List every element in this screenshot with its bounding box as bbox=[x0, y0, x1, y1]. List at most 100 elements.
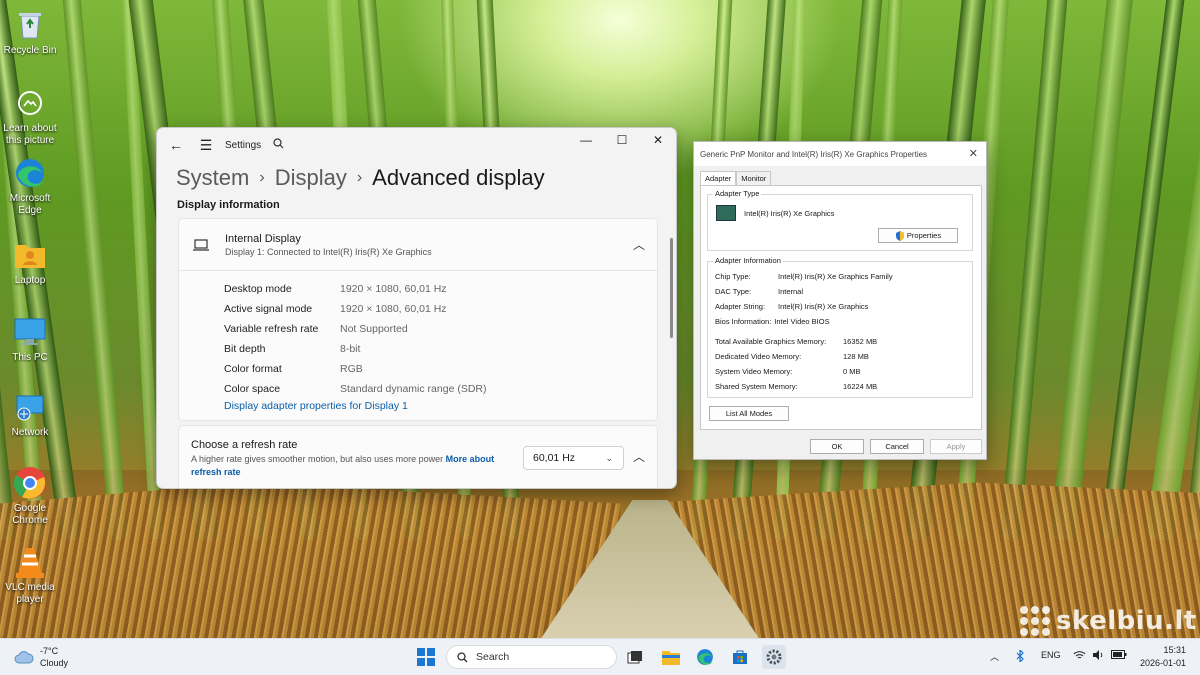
adapter-tab-panel: Adapter Type Intel(R) Iris(R) Xe Graphic… bbox=[700, 185, 982, 430]
desktop-icon-vlc[interactable]: VLC media player bbox=[2, 545, 58, 606]
adapter-type-group: Adapter Type Intel(R) Iris(R) Xe Graphic… bbox=[707, 189, 973, 251]
list-all-modes-button[interactable]: List All Modes bbox=[709, 406, 789, 421]
adapter-information-group: Adapter Information Chip Type: Intel(R) I… bbox=[707, 256, 973, 398]
adapter-type-label: Adapter Type bbox=[713, 189, 762, 198]
hamburger-menu-icon[interactable]: ☰ bbox=[191, 128, 221, 162]
chevron-right-icon: › bbox=[259, 169, 265, 186]
settings-taskbar-icon[interactable] bbox=[762, 645, 786, 669]
breadcrumb-display[interactable]: Display bbox=[275, 165, 347, 191]
chevron-down-icon: ⌄ bbox=[605, 452, 613, 463]
desktop-icon-label: This PC bbox=[12, 352, 48, 363]
gear-icon bbox=[766, 649, 782, 665]
clock[interactable]: 15:31 2026-01-01 bbox=[1140, 644, 1186, 670]
info-row-color-format: Color format RGB bbox=[224, 363, 363, 375]
search-icon[interactable] bbox=[273, 138, 284, 152]
info-row-bit-depth: Bit depth 8-bit bbox=[224, 343, 361, 355]
volume-icon[interactable] bbox=[1092, 650, 1105, 662]
bluetooth-icon[interactable] bbox=[1016, 648, 1024, 664]
info-dac-type: DAC Type: Internal bbox=[715, 287, 804, 296]
clock-time: 15:31 bbox=[1163, 645, 1186, 655]
display-card-header[interactable]: Internal Display Display 1: Connected to… bbox=[179, 219, 657, 271]
weather-temperature: -7°C bbox=[40, 646, 59, 656]
info-chip-type: Chip Type: Intel(R) Iris(R) Xe Graphics F… bbox=[715, 272, 893, 281]
search-placeholder: Search bbox=[476, 651, 510, 663]
display-title: Internal Display bbox=[225, 232, 301, 245]
watermark-text: skelbiu.lt bbox=[1056, 606, 1197, 636]
desktop-icon-learn-about-picture[interactable]: Learn about this picture bbox=[2, 86, 58, 147]
windows-logo-icon bbox=[417, 648, 435, 666]
desktop-icon-label: Laptop bbox=[14, 275, 46, 286]
refresh-rate-value: 60,01 Hz bbox=[533, 452, 576, 464]
adapter-properties-dialog: Generic PnP Monitor and Intel(R) Iris(R)… bbox=[693, 141, 987, 460]
shield-icon bbox=[895, 230, 904, 241]
info-shared-system-memory: Shared System Memory: 16224 MB bbox=[715, 382, 878, 391]
app-title: Settings bbox=[225, 139, 262, 151]
display-info-rows: Desktop mode 1920 × 1080, 60,01 Hz Active… bbox=[179, 271, 657, 412]
wifi-icon[interactable] bbox=[1073, 650, 1086, 662]
weather-description: Cloudy bbox=[40, 658, 69, 668]
scrollbar[interactable] bbox=[670, 238, 673, 338]
taskbar: -7°C Cloudy Search ︿ ENG 15:31 2026-01-0… bbox=[0, 638, 1200, 675]
language-indicator[interactable]: ENG bbox=[1041, 650, 1061, 660]
settings-titlebar: ← ☰ Settings — ☐ ✕ bbox=[157, 128, 676, 162]
info-row-desktop-mode: Desktop mode 1920 × 1080, 60,01 Hz bbox=[224, 283, 447, 295]
edge-icon bbox=[13, 156, 47, 190]
display-info-card: Internal Display Display 1: Connected to… bbox=[178, 218, 658, 421]
desktop-icon-network[interactable]: Network bbox=[2, 390, 58, 439]
dialog-title: Generic PnP Monitor and Intel(R) Iris(R)… bbox=[694, 142, 986, 166]
info-adapter-string: Adapter String: Intel(R) Iris(R) Xe Graph… bbox=[715, 302, 869, 311]
settings-window: ← ☰ Settings — ☐ ✕ System › Display › Ad… bbox=[156, 127, 677, 489]
dialog-tabs: Adapter Monitor bbox=[700, 171, 772, 186]
network-icon bbox=[13, 390, 47, 424]
desktop-icon-recycle-bin[interactable]: Recycle Bin bbox=[2, 8, 58, 57]
watermark-logo-icon bbox=[1020, 606, 1050, 636]
taskbar-search-box[interactable]: Search bbox=[446, 645, 617, 669]
task-view-icon[interactable] bbox=[624, 646, 646, 668]
tab-monitor[interactable]: Monitor bbox=[736, 171, 772, 185]
display-adapter-properties-link[interactable]: Display adapter properties for Display 1 bbox=[224, 400, 657, 412]
back-arrow-icon[interactable]: ← bbox=[161, 128, 191, 162]
laptop-icon bbox=[193, 238, 209, 251]
cancel-button[interactable]: Cancel bbox=[870, 439, 924, 454]
window-controls: — ☐ ✕ bbox=[568, 128, 676, 152]
desktop-icon-google-chrome[interactable]: Google Chrome bbox=[2, 466, 58, 527]
watermark: skelbiu.lt bbox=[1020, 606, 1197, 636]
desktop-icon-this-pc[interactable]: This PC bbox=[2, 315, 58, 364]
chevron-up-icon[interactable]: ︿ bbox=[633, 236, 645, 253]
recycle-bin-icon bbox=[13, 8, 47, 42]
cloud-icon bbox=[14, 651, 34, 664]
bamboo-stalk bbox=[61, 0, 128, 541]
ok-button[interactable]: OK bbox=[810, 439, 864, 454]
battery-icon[interactable] bbox=[1111, 650, 1127, 661]
desktop-icon-label: Google Chrome bbox=[12, 503, 48, 526]
refresh-rate-dropdown[interactable]: 60,01 Hz ⌄ bbox=[523, 446, 624, 470]
weather-widget[interactable]: -7°C Cloudy bbox=[14, 645, 68, 669]
start-button[interactable] bbox=[415, 646, 437, 668]
chevron-up-icon[interactable]: ︿ bbox=[633, 448, 645, 465]
adapter-properties-button[interactable]: Properties bbox=[878, 228, 958, 243]
tab-adapter[interactable]: Adapter bbox=[700, 171, 737, 186]
vlc-cone-icon bbox=[13, 545, 47, 579]
chevron-up-icon[interactable]: ︿ bbox=[990, 650, 999, 663]
adapter-information-label: Adapter Information bbox=[713, 256, 783, 265]
page-title: Advanced display bbox=[372, 165, 545, 190]
minimize-icon[interactable]: — bbox=[568, 128, 604, 152]
chrome-icon bbox=[13, 466, 47, 500]
info-system-video-memory: System Video Memory: 0 MB bbox=[715, 367, 861, 376]
graphics-card-icon bbox=[716, 205, 736, 221]
breadcrumb-system[interactable]: System bbox=[176, 165, 249, 191]
adapter-name: Intel(R) Iris(R) Xe Graphics bbox=[744, 209, 835, 218]
store-icon[interactable] bbox=[729, 646, 751, 668]
edge-taskbar-icon[interactable] bbox=[694, 646, 716, 668]
desktop-icon-laptop[interactable]: Laptop bbox=[2, 238, 58, 287]
refresh-rate-title: Choose a refresh rate bbox=[191, 439, 298, 451]
close-icon[interactable]: ✕ bbox=[640, 128, 676, 152]
maximize-icon[interactable]: ☐ bbox=[604, 128, 640, 152]
desktop-icon-microsoft-edge[interactable]: Microsoft Edge bbox=[2, 156, 58, 217]
display-subtitle: Display 1: Connected to Intel(R) Iris(R)… bbox=[225, 246, 432, 257]
file-explorer-icon[interactable] bbox=[660, 646, 682, 668]
apply-button[interactable]: Apply bbox=[930, 439, 982, 454]
clock-date: 2026-01-01 bbox=[1139, 658, 1186, 668]
desktop-icon-label: Network bbox=[11, 427, 49, 438]
close-icon[interactable]: ✕ bbox=[969, 147, 978, 160]
